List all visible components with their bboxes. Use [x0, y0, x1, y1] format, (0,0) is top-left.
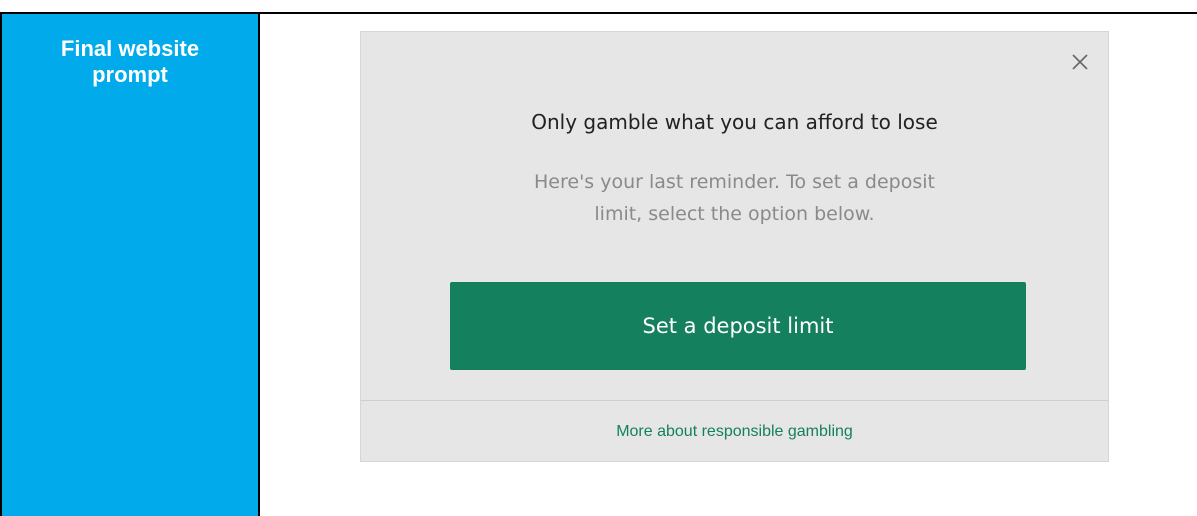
- popup-subtext-line-2: limit, select the option below.: [594, 203, 875, 225]
- popup-subtext: Here's your last reminder. To set a depo…: [361, 166, 1108, 230]
- close-icon[interactable]: [1070, 52, 1090, 72]
- reminder-popup: Only gamble what you can afford to lose …: [360, 31, 1109, 462]
- popup-subtext-line-1: Here's your last reminder. To set a depo…: [534, 171, 935, 193]
- responsible-gambling-link[interactable]: More about responsible gambling: [361, 423, 1108, 441]
- label-cell: Final website prompt: [0, 14, 260, 516]
- layout-table: Final website prompt Only gamble what yo…: [0, 0, 1197, 516]
- popup-headline: Only gamble what you can afford to lose: [531, 110, 938, 134]
- popup-divider: [361, 400, 1108, 401]
- label-cell-text: Final website prompt: [60, 36, 200, 87]
- set-deposit-limit-button[interactable]: Set a deposit limit: [450, 282, 1026, 370]
